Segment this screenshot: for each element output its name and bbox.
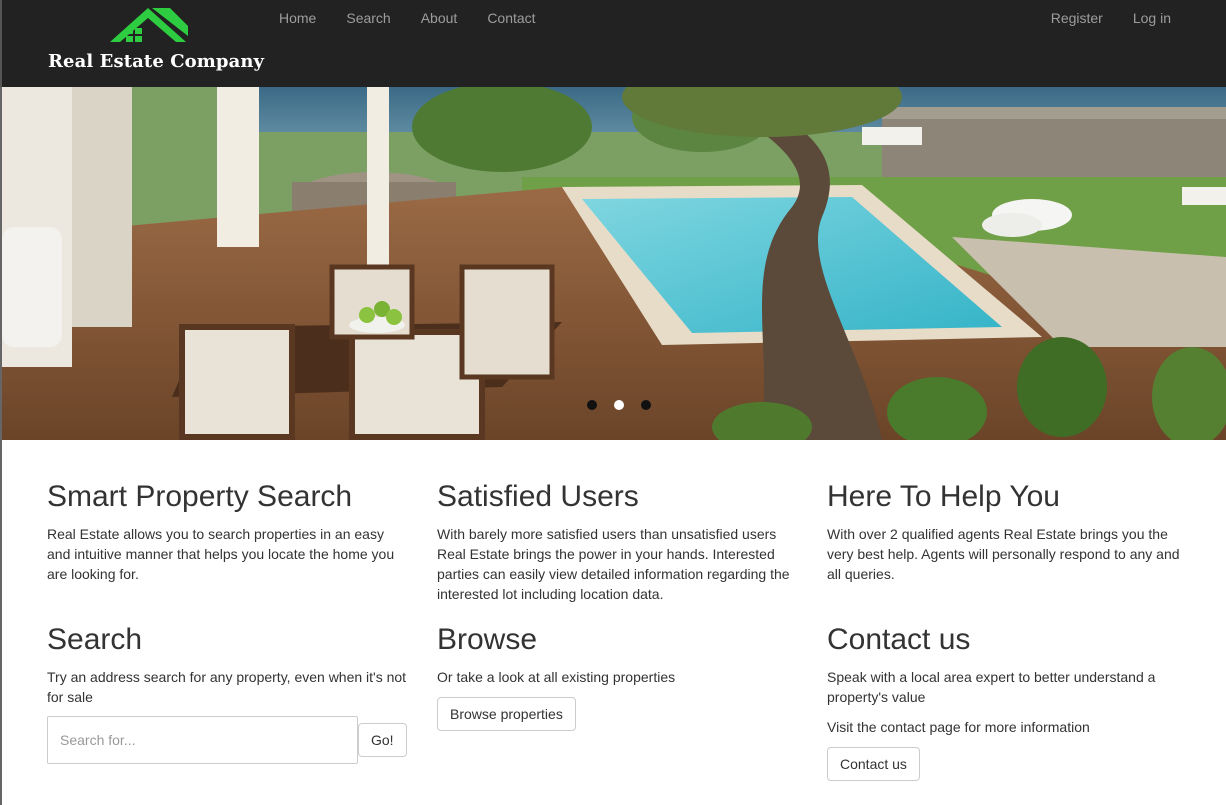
nav-contact[interactable]: Contact (472, 0, 550, 36)
contact-text-2: Visit the contact page for more informat… (827, 719, 1090, 735)
feature-title: Satisfied Users (437, 480, 639, 513)
search-form: Go! (47, 716, 407, 764)
browse-title: Browse (437, 623, 538, 656)
search-text: Try an address search for any property, … (47, 669, 407, 705)
contact-us-button[interactable]: Contact us (827, 747, 920, 781)
nav-about[interactable]: About (406, 0, 473, 36)
hero-image (2, 87, 1226, 440)
browse-properties-button[interactable]: Browse properties (437, 697, 576, 731)
account-nav: Register Log in (1036, 0, 1186, 36)
brand[interactable]: Real Estate Company (48, 6, 264, 76)
feature-help: Here To Help You With over 2 qualified a… (827, 480, 1187, 584)
primary-nav: Home Search About Contact (264, 0, 551, 36)
house-icon (110, 8, 188, 42)
brand-name: Real Estate Company (48, 51, 265, 72)
feature-text: Real Estate allows you to search propert… (47, 526, 395, 582)
feature-text: With over 2 qualified agents Real Estate… (827, 526, 1180, 582)
search-go-button[interactable]: Go! (358, 723, 407, 757)
carousel-dot-1[interactable] (587, 400, 597, 410)
feature-title: Smart Property Search (47, 480, 353, 513)
contact-section: Contact us Speak with a local area exper… (827, 623, 1187, 781)
feature-text: With barely more satisfied users than un… (437, 526, 790, 602)
feature-satisfied-users: Satisfied Users With barely more satisfi… (437, 480, 797, 604)
top-navbar: Real Estate Company Home Search About Co… (0, 0, 1226, 87)
carousel-dot-3[interactable] (641, 400, 651, 410)
nav-home[interactable]: Home (264, 0, 331, 36)
carousel-dot-2[interactable] (614, 400, 624, 410)
contact-text: Speak with a local area expert to better… (827, 669, 1156, 705)
nav-search[interactable]: Search (331, 0, 405, 36)
nav-register[interactable]: Register (1036, 0, 1118, 36)
carousel-indicators (587, 400, 651, 410)
search-section: Search Try an address search for any pro… (47, 623, 407, 707)
contact-title: Contact us (827, 623, 971, 656)
nav-login[interactable]: Log in (1118, 0, 1186, 36)
search-title: Search (47, 623, 143, 656)
feature-smart-search: Smart Property Search Real Estate allows… (47, 480, 407, 584)
hero-carousel[interactable] (2, 87, 1226, 440)
feature-title: Here To Help You (827, 480, 1060, 513)
search-input[interactable] (47, 716, 358, 764)
browse-text: Or take a look at all existing propertie… (437, 669, 676, 685)
browse-section: Browse Or take a look at all existing pr… (437, 623, 797, 731)
